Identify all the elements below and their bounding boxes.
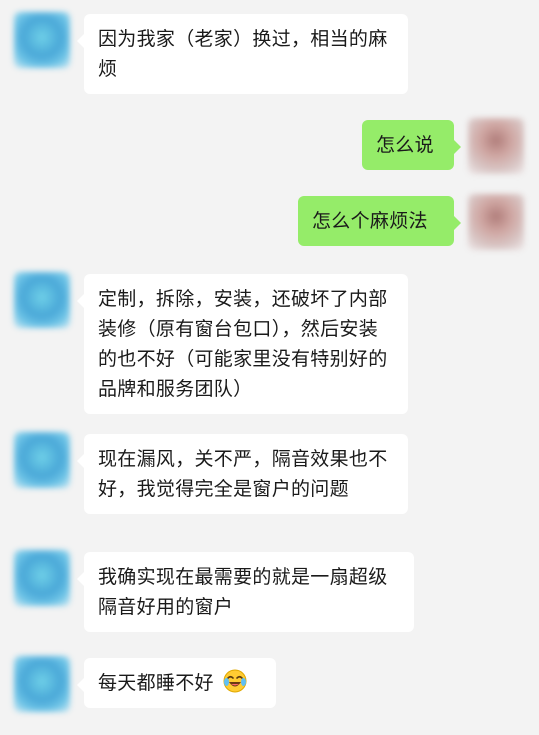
message-text: 因为我家（老家）换过，相当的麻烦: [98, 28, 388, 80]
message-text: 怎么说: [376, 134, 434, 156]
message-text: 现在漏风，关不严，隔音效果也不好，我觉得完全是窗户的问题: [98, 448, 388, 500]
contact-avatar[interactable]: [14, 12, 70, 68]
contact-avatar[interactable]: [14, 550, 70, 606]
message-bubble[interactable]: 定制，拆除，安装，还破坏了内部装修（原有窗台包口），然后安装的也不好（可能家里没…: [77, 274, 408, 414]
crying-laughing-emoji-icon: [223, 669, 247, 693]
user-avatar[interactable]: [468, 194, 524, 250]
message-bubble[interactable]: 怎么个麻烦法: [298, 196, 461, 246]
contact-avatar[interactable]: [14, 272, 70, 328]
message-bubble[interactable]: 怎么说: [362, 120, 461, 170]
message-bubble[interactable]: 每天都睡不好: [77, 658, 276, 708]
message-text: 怎么个麻烦法: [312, 210, 428, 232]
message-bubble[interactable]: 因为我家（老家）换过，相当的麻烦: [77, 14, 408, 94]
contact-avatar[interactable]: [14, 432, 70, 488]
user-avatar[interactable]: [468, 118, 524, 174]
contact-avatar[interactable]: [14, 656, 70, 712]
message-bubble[interactable]: 现在漏风，关不严，隔音效果也不好，我觉得完全是窗户的问题: [77, 434, 408, 514]
message-text: 定制，拆除，安装，还破坏了内部装修（原有窗台包口），然后安装的也不好（可能家里没…: [98, 288, 388, 400]
message-text: 每天都睡不好: [98, 672, 214, 694]
message-text: 我确实现在最需要的就是一扇超级隔音好用的窗户: [98, 566, 388, 618]
message-bubble[interactable]: 我确实现在最需要的就是一扇超级隔音好用的窗户: [77, 552, 414, 632]
